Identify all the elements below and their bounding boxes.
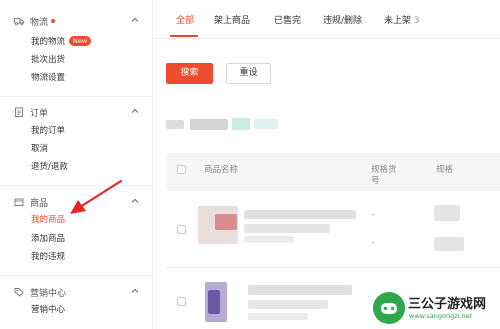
sidebar-item-my-violations[interactable]: 我的违规 [31,250,65,264]
tab-count: 3 [413,16,420,26]
blurred-text [244,210,356,219]
divider [0,96,153,97]
blurred-text [434,237,464,251]
tab-live[interactable]: 架上商品 [214,13,250,26]
sidebar-section-products[interactable]: 商品 [14,195,140,209]
sidebar-item-label: 我的物流 [31,37,66,47]
search-button[interactable]: 搜索 [166,63,213,84]
sidebar-item-my-products[interactable]: 我的商品 [31,213,65,227]
select-all-checkbox[interactable] [177,165,186,174]
chevron-up-icon[interactable] [130,286,140,296]
chevron-up-icon[interactable] [130,106,140,116]
sidebar: 物流 我的物流 New 批次出货 物流设置 订单 我的订单 取消 退货/退款 商品… [0,0,153,329]
blurred-text [244,236,294,243]
sidebar-item-marketing-center[interactable]: 营销中心 [31,303,65,317]
tab-violation-deleted[interactable]: 违规/删除 [323,13,362,26]
product-thumbnail [208,290,220,314]
row-checkbox[interactable] [177,297,186,306]
truck-icon [14,16,24,26]
chevron-up-icon[interactable] [130,15,140,25]
blurred-text [254,119,278,129]
blurred-text [232,118,250,130]
sidebar-section-orders[interactable]: 订单 [14,105,140,119]
tab-all[interactable]: 全部 [176,13,194,26]
tab-label: 未上架 [384,16,412,26]
sidebar-section-logistics[interactable]: 物流 [14,14,140,28]
blurred-text [190,119,228,130]
row-sku: – [371,210,376,220]
sidebar-item-cancelled[interactable]: 取消 [31,142,48,156]
sidebar-section-orders-title: 订单 [30,108,49,119]
notification-dot [51,19,56,23]
row-sku: – [371,238,376,248]
blurred-text [434,205,460,221]
sidebar-item-my-orders[interactable]: 我的订单 [31,124,65,138]
divider [0,185,153,186]
active-tab-indicator [170,35,198,37]
sidebar-item-add-product[interactable]: 添加商品 [31,232,65,246]
reset-button[interactable]: 重设 [226,63,271,84]
tab-bar-overlay: 全部 架上商品 已售完 违规/删除 未上架 3 [153,0,500,39]
column-header-sku: 规格货号 [371,165,397,186]
chevron-up-icon[interactable] [130,196,140,206]
box-icon [14,197,24,207]
new-badge: New [69,36,92,46]
blurred-text [166,120,184,129]
tag-icon [14,287,24,297]
blurred-text [248,285,352,295]
sidebar-item-my-logistics[interactable]: 我的物流 New [31,35,92,49]
watermark-url: www.sangongzi.net [409,312,473,320]
blurred-text [244,224,330,233]
sidebar-section-marketing-title: 营销中心 [30,288,67,299]
column-header-product-name: 商品名称 [204,165,239,175]
sidebar-item-logistics-settings[interactable]: 物流设置 [31,71,65,85]
column-header-spec: 规格 [436,165,454,175]
clipboard-icon [14,107,24,117]
sidebar-item-batch-shipping[interactable]: 批次出货 [31,53,65,67]
tab-sold-out[interactable]: 已售完 [274,13,301,26]
sidebar-item-returns[interactable]: 退货/退款 [31,160,68,174]
blurred-text [248,300,328,309]
sidebar-section-marketing[interactable]: 营销中心 [14,285,140,299]
row-divider [166,267,500,268]
watermark-title: 三公子游戏网 [408,297,487,312]
row-checkbox[interactable] [177,225,186,234]
watermark-logo [373,292,405,324]
sidebar-section-logistics-title: 物流 [30,17,49,28]
watermark: 三公子游戏网 www.sangongzi.net [373,291,497,325]
product-thumbnail [215,214,237,230]
blurred-text [248,313,308,320]
divider [0,275,153,276]
sidebar-section-products-title: 商品 [30,198,49,209]
tab-unlisted[interactable]: 未上架 3 [384,13,420,26]
